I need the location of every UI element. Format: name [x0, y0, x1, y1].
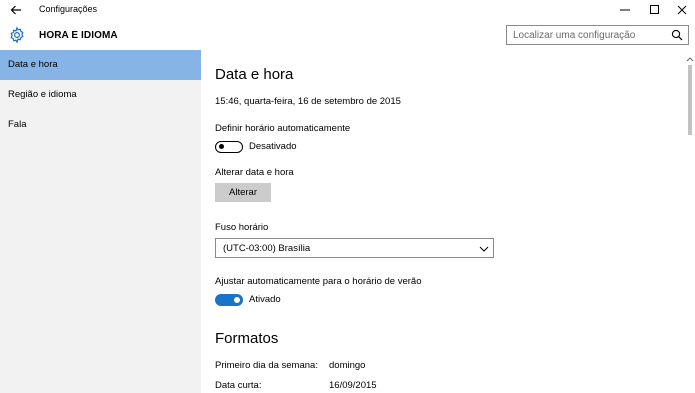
sidebar: Data e hora Região e idioma Fala: [0, 50, 201, 393]
settings-window: Configurações HORA E IDIOMA Data e hora …: [0, 0, 695, 393]
timezone-label: Fuso horário: [215, 222, 269, 233]
timezone-value: (UTC-03:00) Brasília: [223, 243, 311, 254]
scrollbar[interactable]: [685, 50, 695, 393]
close-button[interactable]: [667, 0, 695, 20]
back-arrow-icon[interactable]: [8, 2, 24, 18]
dst-state: Ativado: [249, 294, 281, 305]
toggle-knob: [219, 144, 224, 149]
maximize-button[interactable]: [640, 0, 670, 20]
section-title: Data e hora: [215, 66, 294, 83]
change-button[interactable]: Alterar: [215, 183, 271, 202]
page-title: HORA E IDIOMA: [39, 30, 118, 41]
search-box[interactable]: [506, 25, 689, 45]
dst-label: Ajustar automaticamente para o horário d…: [215, 276, 422, 287]
auto-time-label: Definir horário automaticamente: [215, 123, 351, 134]
minimize-button[interactable]: [610, 0, 640, 20]
sidebar-item-data-e-hora[interactable]: Data e hora: [0, 50, 201, 80]
sidebar-item-fala[interactable]: Fala: [0, 110, 201, 140]
short-date-label: Data curta:: [215, 380, 262, 391]
sidebar-item-regiao-e-idioma[interactable]: Região e idioma: [0, 80, 201, 110]
change-datetime-label: Alterar data e hora: [215, 167, 294, 178]
auto-time-toggle[interactable]: [215, 141, 243, 153]
scroll-thumb[interactable]: [688, 65, 692, 135]
formats-title: Formatos: [215, 330, 279, 347]
dst-toggle[interactable]: [215, 294, 243, 306]
close-icon: [677, 5, 687, 15]
title-bar: Configurações: [0, 0, 695, 20]
minimize-icon: [620, 9, 630, 11]
auto-time-state: Desativado: [249, 141, 297, 152]
first-day-value: domingo: [329, 360, 366, 371]
first-day-label: Primeiro dia da semana:: [215, 360, 318, 371]
search-icon[interactable]: [671, 29, 683, 41]
main-content: Data e hora 15:46, quarta-feira, 16 de s…: [201, 50, 685, 393]
window-title: Configurações: [39, 4, 98, 14]
gear-icon: [10, 26, 24, 44]
current-datetime: 15:46, quarta-feira, 16 de setembro de 2…: [215, 96, 401, 107]
search-input[interactable]: [513, 28, 663, 42]
timezone-select[interactable]: (UTC-03:00) Brasília: [215, 238, 494, 258]
short-date-value: 16/09/2015: [329, 380, 377, 391]
toggle-knob: [234, 297, 240, 303]
scroll-up-icon[interactable]: [686, 56, 694, 62]
maximize-icon: [650, 5, 659, 14]
chevron-down-icon: [479, 246, 489, 252]
